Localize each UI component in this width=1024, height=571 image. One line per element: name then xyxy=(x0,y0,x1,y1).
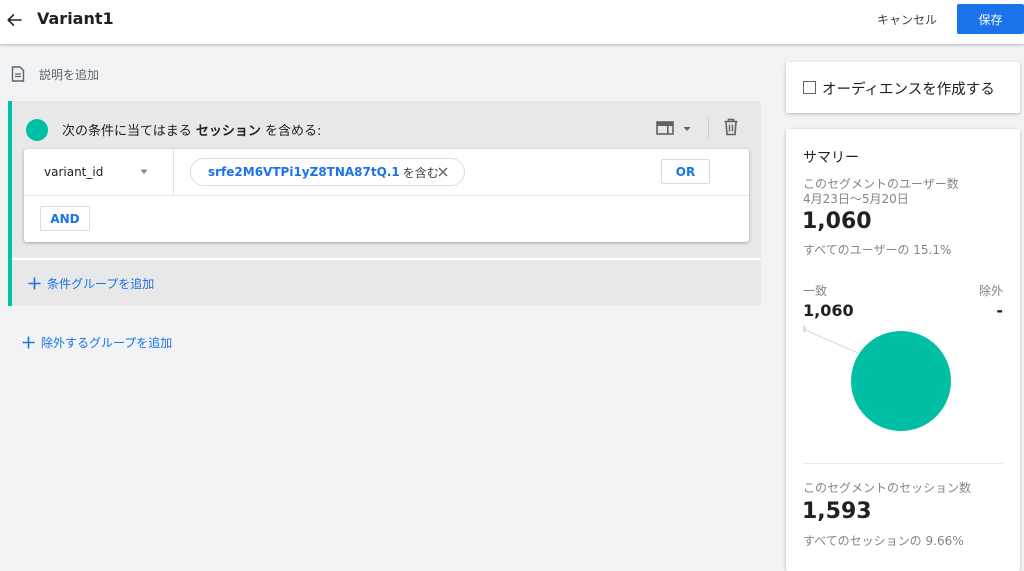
segment-sessions-percent: すべてのセッションの 9.66% xyxy=(803,534,964,548)
dimension-select[interactable]: variant_id xyxy=(24,149,174,195)
or-button[interactable]: OR xyxy=(661,159,710,184)
summary-title: サマリー xyxy=(803,150,859,166)
condition-group-header: 次の条件に当てはまる セッション を含める: xyxy=(12,101,761,149)
segment-bubble-chart xyxy=(803,325,951,431)
segment-sessions-value: 1,593 xyxy=(802,499,872,524)
match-value: 1,060 xyxy=(803,301,854,320)
add-exclude-group-label: 除外するグループを追加 xyxy=(41,336,173,350)
summary-divider xyxy=(803,463,1003,464)
save-button[interactable]: 保存 xyxy=(957,4,1024,34)
condition-card: variant_id srfe2M6VTPi1yZ8TNA87tQ.1 を含む … xyxy=(24,149,749,242)
chevron-down-icon xyxy=(140,169,148,174)
add-description-label: 説明を追加 xyxy=(39,67,100,82)
exclude-label: 除外 xyxy=(978,284,1003,298)
trash-icon[interactable] xyxy=(723,118,739,136)
add-exclude-group-link[interactable]: 除外するグループを追加 xyxy=(22,334,172,351)
group-color-dot xyxy=(26,119,48,141)
table-view-icon[interactable] xyxy=(656,120,674,136)
empty-point xyxy=(803,325,807,333)
condition-group: 次の条件に当てはまる セッション を含める: variant_id srfe2M… xyxy=(8,101,761,306)
label-prefix: 次の条件に当てはまる xyxy=(62,124,192,139)
match-label: 一致 xyxy=(803,284,828,298)
condition-value-chip[interactable]: srfe2M6VTPi1yZ8TNA87tQ.1 を含む xyxy=(190,158,465,186)
match-bubble xyxy=(851,331,951,431)
plus-icon xyxy=(28,277,41,290)
add-condition-group-link[interactable]: 条件グループを追加 xyxy=(28,275,154,292)
chevron-down-icon[interactable] xyxy=(682,125,692,133)
plus-icon xyxy=(22,336,35,349)
card-divider xyxy=(24,195,749,196)
close-icon[interactable] xyxy=(438,167,448,177)
checkbox-icon[interactable] xyxy=(803,81,816,94)
condition-value: srfe2M6VTPi1yZ8TNA87tQ.1 xyxy=(208,165,400,179)
label-scope: セッション xyxy=(195,124,261,139)
top-app-bar: Variant1 キャンセル 保存 xyxy=(0,0,1024,44)
document-icon xyxy=(11,66,25,82)
date-range: 4月23日～5月20日 xyxy=(803,192,909,206)
page-title: Variant1 xyxy=(37,9,114,28)
create-audience-label[interactable]: オーディエンスを作成する xyxy=(822,78,995,99)
add-condition-group-label: 条件グループを追加 xyxy=(47,277,155,291)
segment-users-percent: すべてのユーザーの 15.1% xyxy=(803,243,952,257)
condition-operator: を含む xyxy=(402,165,439,180)
and-button[interactable]: AND xyxy=(40,206,90,231)
dimension-name: variant_id xyxy=(44,165,104,179)
label-suffix: を含める: xyxy=(265,124,322,139)
segment-users-value: 1,060 xyxy=(802,209,872,234)
add-description-link[interactable]: 説明を追加 xyxy=(11,64,99,84)
segment-sessions-label: このセグメントのセッション数 xyxy=(803,481,972,495)
header-divider xyxy=(708,117,709,139)
back-arrow-icon[interactable] xyxy=(6,12,22,28)
bubble-connector-line xyxy=(803,328,859,354)
cancel-button[interactable]: キャンセル xyxy=(866,6,948,32)
group-separator xyxy=(12,258,761,260)
condition-group-label: 次の条件に当てはまる セッション を含める: xyxy=(62,120,321,139)
exclude-value: - xyxy=(996,301,1003,320)
create-audience-card: オーディエンスを作成する xyxy=(786,62,1020,113)
summary-card: サマリー このセグメントのユーザー数 4月23日～5月20日 1,060 すべて… xyxy=(786,129,1020,571)
